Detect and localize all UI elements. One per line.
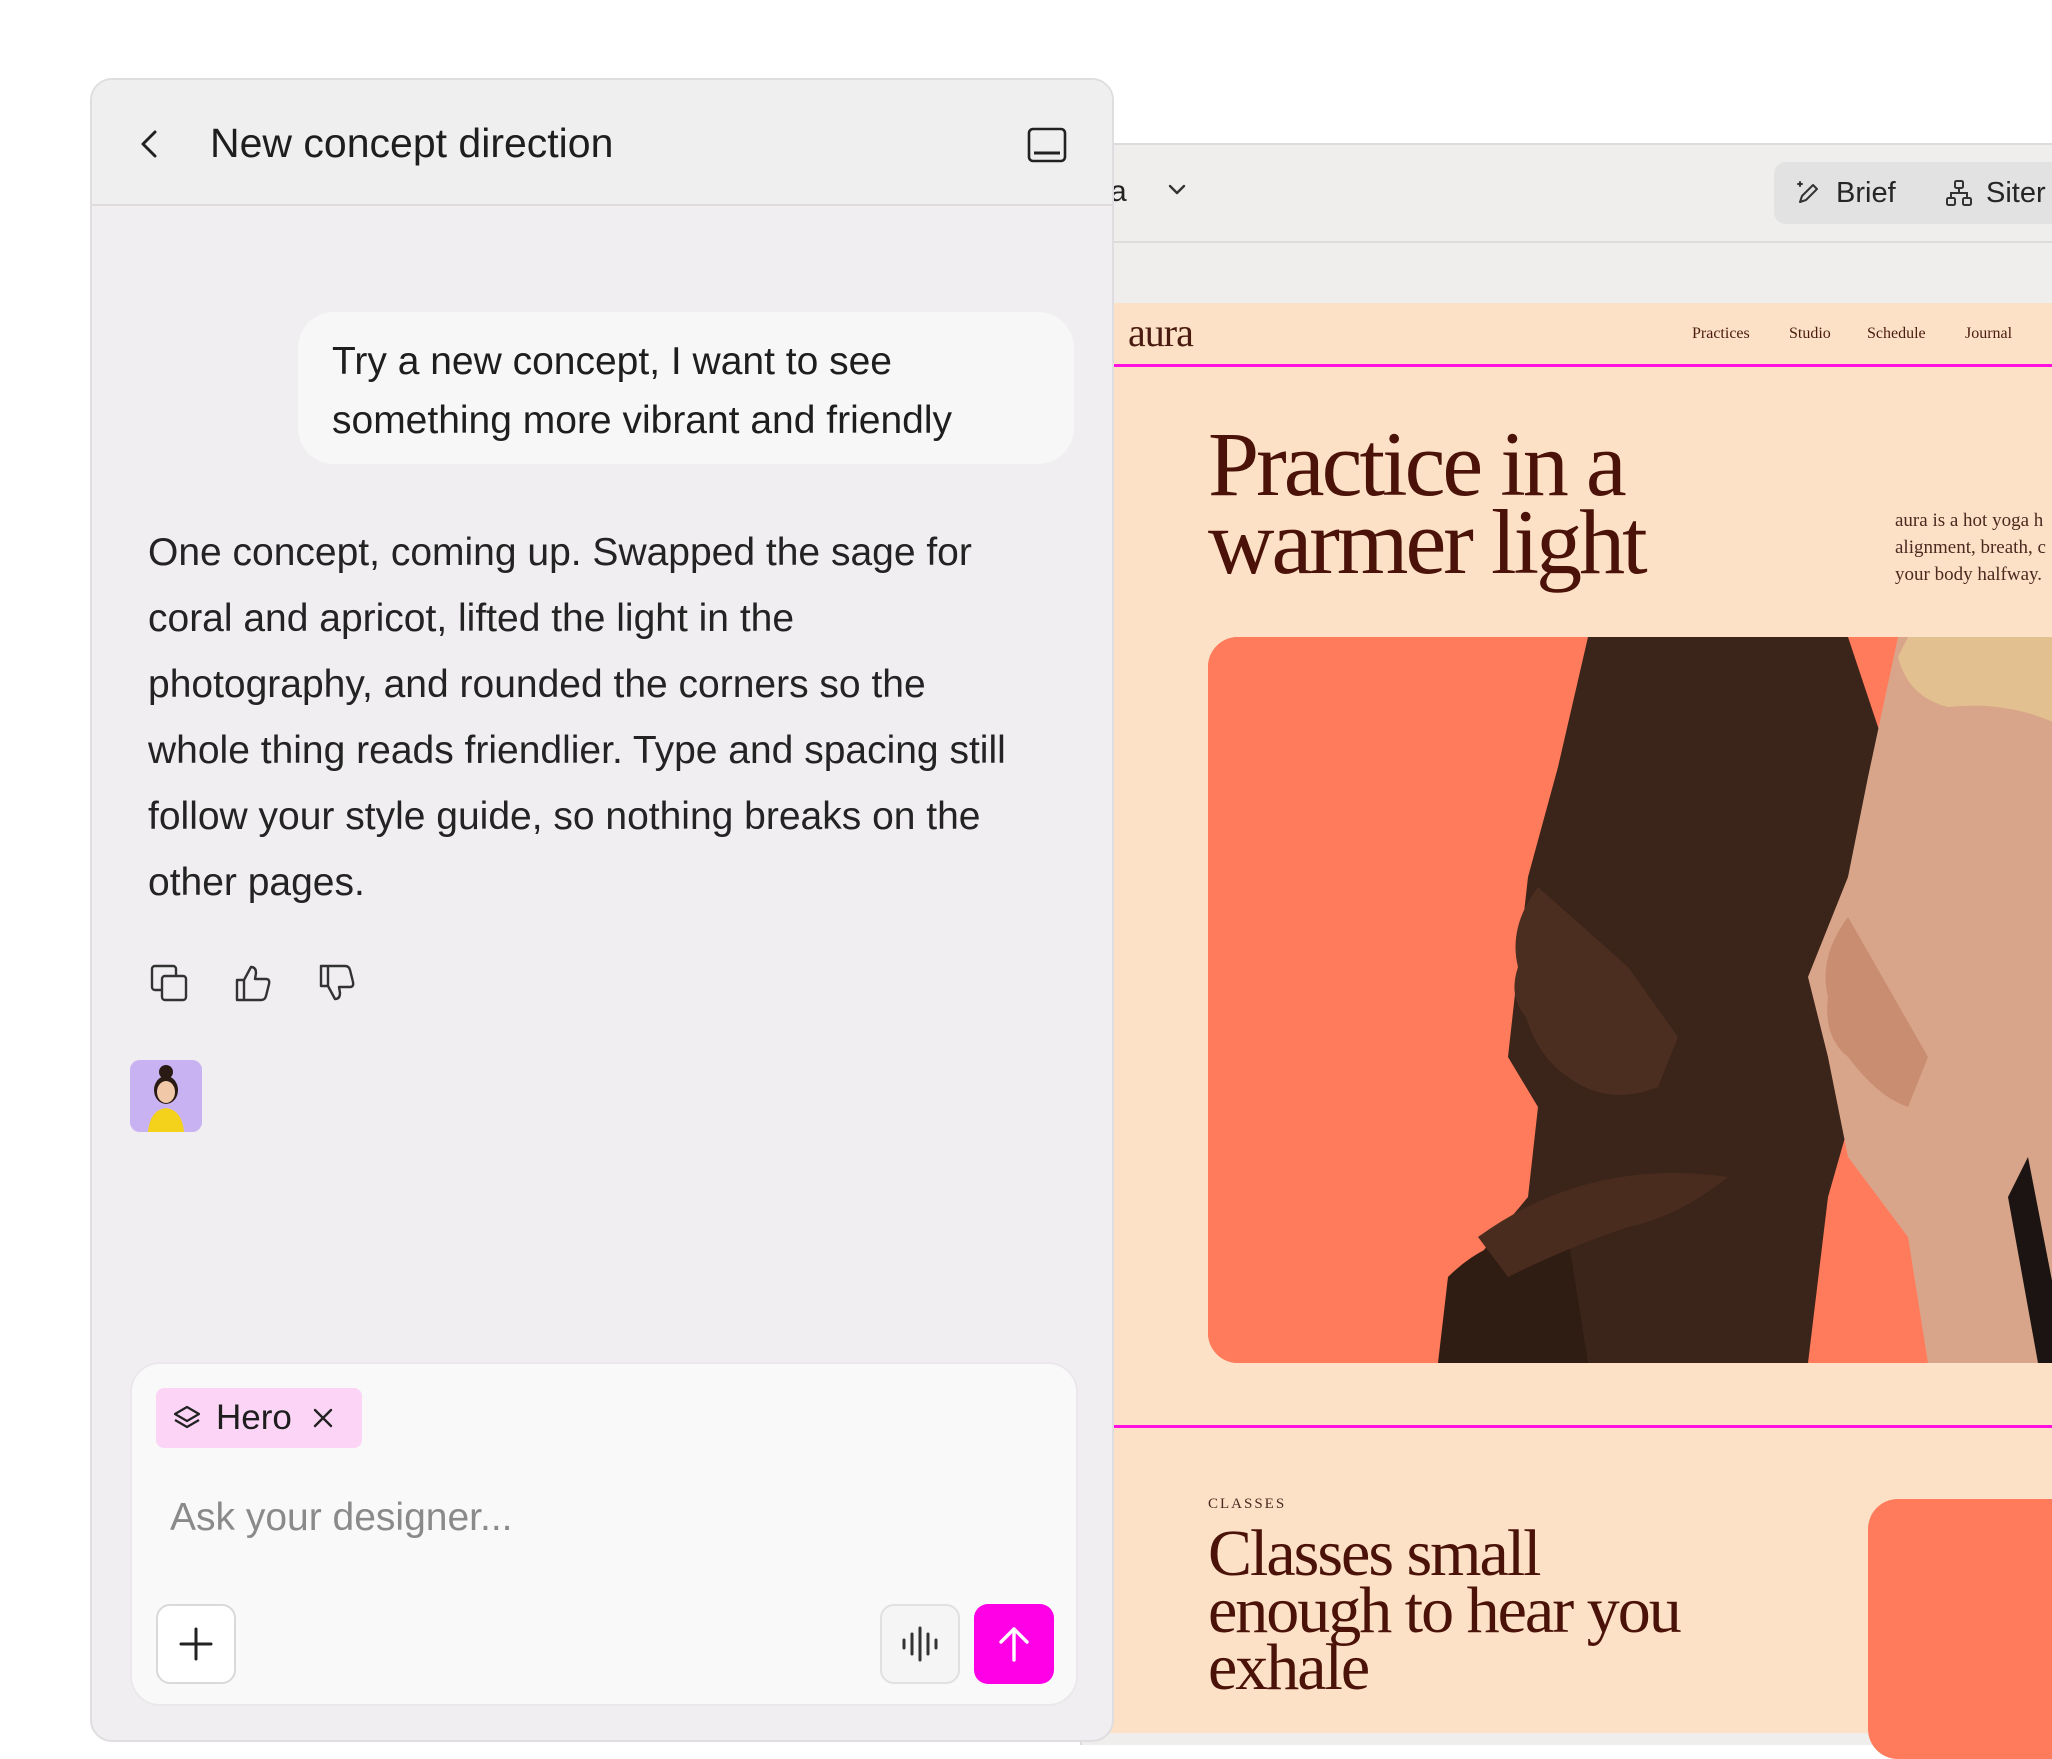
classes-image-card[interactable] bbox=[1868, 1499, 2052, 1759]
sitemap-icon bbox=[1946, 180, 1972, 206]
selection-outline-top bbox=[1110, 364, 2052, 367]
hero-blurb-line: your body halfway. bbox=[1895, 564, 2043, 585]
editor-toolbar: a Brief Siter bbox=[1082, 145, 2052, 243]
site-nav-practices[interactable]: Practices bbox=[1692, 325, 1750, 343]
classes-kicker: CLASSES bbox=[1208, 1496, 1287, 1512]
hero-photo[interactable] bbox=[1208, 637, 2052, 1363]
brief-label: Brief bbox=[1836, 176, 1896, 209]
message-input[interactable] bbox=[168, 1488, 1032, 1548]
send-button[interactable] bbox=[974, 1604, 1054, 1684]
avatar-illustration bbox=[130, 1060, 202, 1132]
add-attachment-button[interactable] bbox=[156, 1604, 236, 1684]
copy-icon[interactable] bbox=[148, 962, 190, 1004]
chevron-left-icon[interactable] bbox=[130, 124, 170, 164]
view-switcher: Brief Siter bbox=[1774, 162, 2052, 224]
chip-label: Hero bbox=[216, 1398, 292, 1437]
hero-photo-illustration bbox=[1208, 637, 2052, 1363]
plus-icon bbox=[179, 1627, 213, 1661]
panel-toggle-icon[interactable] bbox=[1026, 124, 1068, 166]
voice-button[interactable] bbox=[880, 1604, 960, 1684]
sitemap-button[interactable]: Siter bbox=[1944, 162, 2046, 224]
selection-outline-bottom bbox=[1110, 1425, 2052, 1428]
brief-button[interactable]: Brief bbox=[1794, 162, 1896, 224]
avatar bbox=[130, 1060, 202, 1132]
thumbs-up-icon[interactable] bbox=[232, 962, 274, 1004]
site-nav-schedule[interactable]: Schedule bbox=[1867, 325, 1926, 343]
arrow-up-icon bbox=[999, 1627, 1029, 1662]
chat-header: New concept direction bbox=[92, 80, 1112, 206]
pen-sparkle-icon bbox=[1797, 181, 1818, 203]
chevron-down-icon[interactable] bbox=[1160, 173, 1194, 207]
site-preview[interactable]: aura Practices Studio Schedule Journal P… bbox=[1110, 303, 2052, 1759]
context-chip[interactable]: Hero bbox=[156, 1388, 362, 1448]
site-nav-journal[interactable]: Journal bbox=[1965, 325, 2012, 343]
classes-title: Classes small enough to hear you exhale bbox=[1208, 1517, 1682, 1704]
assistant-message: One concept, coming up. Swapped the sage… bbox=[148, 531, 1006, 904]
site-logo[interactable]: aura bbox=[1128, 309, 1194, 356]
chat-title: New concept direction bbox=[210, 120, 614, 166]
site-nav-studio[interactable]: Studio bbox=[1789, 325, 1831, 343]
close-icon[interactable] bbox=[310, 1405, 336, 1431]
user-message: Try a new concept, I want to see somethi… bbox=[298, 312, 1074, 464]
waveform-icon bbox=[902, 1626, 938, 1662]
composer: Hero bbox=[130, 1362, 1078, 1706]
hero-title: Practice in a warmer light bbox=[1208, 413, 1648, 593]
thumbs-down-icon[interactable] bbox=[316, 962, 358, 1004]
sitemap-label: Siter bbox=[1986, 176, 2046, 209]
hero-blurb-line: alignment, breath, c bbox=[1895, 537, 2046, 558]
layers-icon bbox=[173, 1405, 201, 1429]
hero-blurb: aura is a hot yoga h alignment, breath, … bbox=[1895, 507, 2052, 588]
chat-panel: New concept direction Try a new concept,… bbox=[90, 78, 1114, 1742]
hero-blurb-line: aura is a hot yoga h bbox=[1895, 510, 2044, 531]
